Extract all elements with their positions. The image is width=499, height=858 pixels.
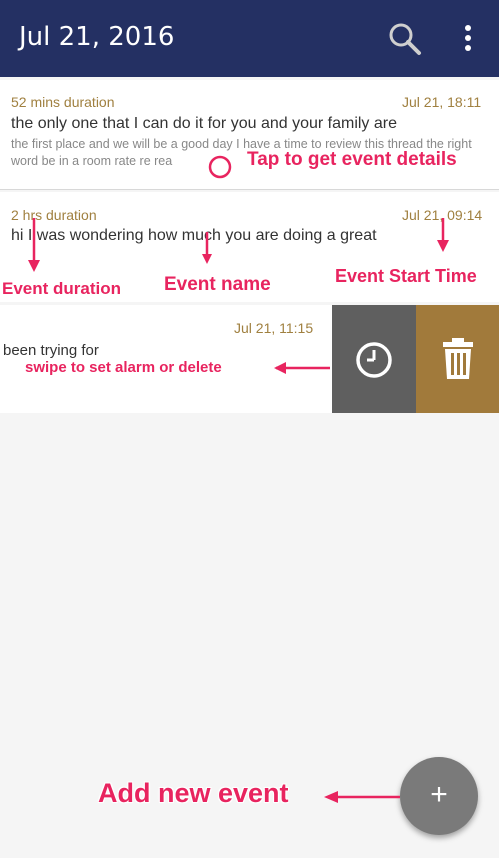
clock-icon [356, 342, 392, 378]
trash-icon [443, 338, 473, 379]
event-start-time: Jul 21, 18:11 [402, 94, 482, 110]
event-duration: 2 hrs duration [11, 207, 97, 223]
app-bar: Jul 21, 2016 [0, 0, 499, 77]
more-vert-icon[interactable] [452, 20, 482, 60]
plus-icon: + [430, 778, 448, 811]
annotation-tap-details: Tap to get event details [247, 149, 457, 170]
annotation-swipe: swipe to set alarm or delete [25, 359, 222, 376]
search-icon[interactable] [386, 20, 426, 60]
add-event-button[interactable]: + [400, 757, 478, 835]
event-duration: 52 mins duration [11, 94, 115, 110]
event-start-time: Jul 21, 11:15 [234, 320, 314, 336]
event-name: the only one that I can do it for you an… [11, 115, 397, 132]
set-alarm-button[interactable] [332, 305, 416, 413]
event-start-time: Jul 21, 09:14 [402, 207, 483, 223]
event-name: been trying for [3, 342, 99, 359]
event-item[interactable]: 52 mins duration Jul 21, 18:11 the only … [0, 80, 499, 190]
annotation-event-name: Event name [164, 274, 271, 295]
annotation-event-duration: Event duration [2, 279, 122, 298]
delete-button[interactable] [416, 305, 499, 413]
event-name: hi I was wondering how much you are doin… [11, 227, 377, 244]
annotation-add-event: Add new event [98, 778, 289, 808]
annotation-event-start-time: Event Start Time [335, 266, 477, 286]
page-title: Jul 21, 2016 [19, 22, 175, 52]
